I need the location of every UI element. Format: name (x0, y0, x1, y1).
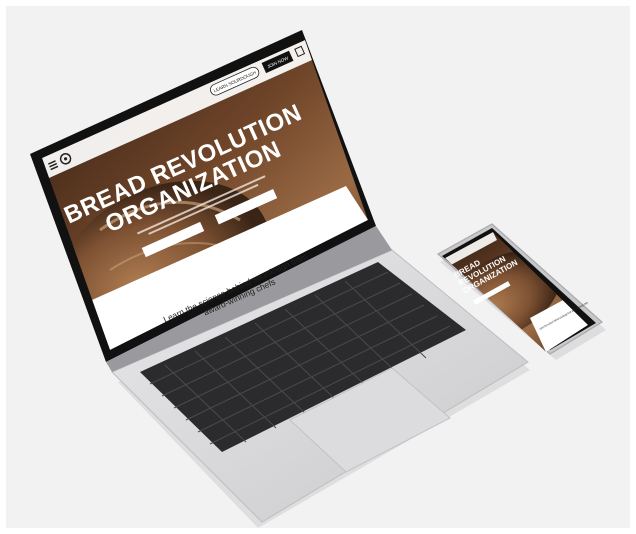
device-mockup-scene: LEARN SOURDOUGH JOIN NOW BREAD REVOLUTIO… (30, 30, 606, 528)
laptop: LEARN SOURDOUGH JOIN NOW BREAD REVOLUTIO… (30, 30, 530, 528)
